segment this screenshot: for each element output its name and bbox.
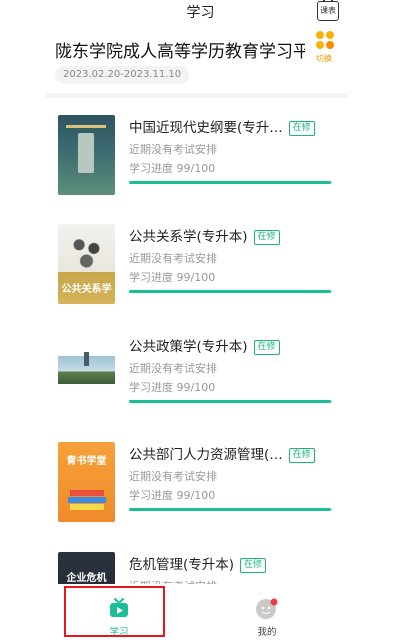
profile-icon xyxy=(256,598,278,619)
tab-mine-label: 我的 xyxy=(257,627,277,638)
switch-icon-dot xyxy=(326,41,334,49)
course-title: 危机管理(专升本) 在修 xyxy=(129,553,267,573)
divider xyxy=(46,93,348,98)
progress-text: 学习进度 99/100 xyxy=(129,162,216,175)
course-title: 公共关系学(专升本) 在修 xyxy=(129,225,280,245)
highlight-box xyxy=(64,586,165,637)
switch-icon-dot xyxy=(316,41,324,49)
progress-text: 学习进度 99/100 xyxy=(129,381,216,394)
progress-bar xyxy=(129,290,333,293)
course-cover: 公共关系学 xyxy=(58,224,115,304)
course-title: 公共部门人力资源管理(… 在修 xyxy=(129,443,315,463)
exam-info: 近期没有考试安排 xyxy=(129,470,217,483)
status-badge: 在修 xyxy=(240,558,267,573)
exam-info: 近期没有考试安排 xyxy=(129,362,217,375)
exam-info: 近期没有考试安排 xyxy=(129,143,217,156)
page-title: 学习 xyxy=(186,5,215,21)
course-item[interactable]: 中国近现代史纲要(专升… 在修 近期没有考试安排 学习进度 99/100 xyxy=(46,115,348,215)
progress-text: 学习进度 99/100 xyxy=(129,489,216,502)
cover-text: 公共关系学 xyxy=(61,284,112,295)
tab-mine[interactable]: 我的 xyxy=(222,584,312,640)
timetable-icon[interactable]: 课表 xyxy=(317,0,339,21)
status-badge: 在修 xyxy=(253,230,280,245)
exam-info: 近期没有考试安排 xyxy=(129,252,217,265)
status-badge: 在修 xyxy=(288,448,315,463)
timetable-icon-text: 课表 xyxy=(320,6,336,15)
top-bar: 学习 课表 xyxy=(0,0,401,26)
status-badge: 在修 xyxy=(253,340,280,355)
progress-bar xyxy=(129,400,333,403)
course-item[interactable]: 公共政策学(专升本) 在修 近期没有考试安排 学习进度 99/100 xyxy=(46,334,348,434)
course-title: 中国近现代史纲要(专升… 在修 xyxy=(129,116,315,136)
bottom-tab-bar: 学习 我的 xyxy=(0,584,401,640)
cover-text: 青书学堂 xyxy=(66,456,107,467)
course-item[interactable]: 青书学堂 公共部门人力资源管理(… 在修 近期没有考试安排 学习进度 99/100 xyxy=(46,442,348,542)
date-range: 2023.02.20-2023.11.10 xyxy=(55,66,190,84)
school-name: 陇东学院成人高等学历教育学习平 xyxy=(55,42,305,62)
status-badge: 在修 xyxy=(288,121,315,136)
progress-bar xyxy=(129,181,333,184)
course-cover xyxy=(58,115,115,195)
course-item[interactable]: 公共关系学 公共关系学(专升本) 在修 近期没有考试安排 学习进度 99/100 xyxy=(46,224,348,324)
course-cover xyxy=(58,334,115,414)
switch-label[interactable]: 切换 xyxy=(316,53,332,64)
switch-icon-dot xyxy=(326,31,334,39)
progress-bar xyxy=(129,508,333,511)
switch-icon xyxy=(316,31,324,39)
course-title: 公共政策学(专升本) 在修 xyxy=(129,335,280,355)
progress-text: 学习进度 99/100 xyxy=(129,271,216,284)
course-cover: 青书学堂 xyxy=(58,442,115,522)
